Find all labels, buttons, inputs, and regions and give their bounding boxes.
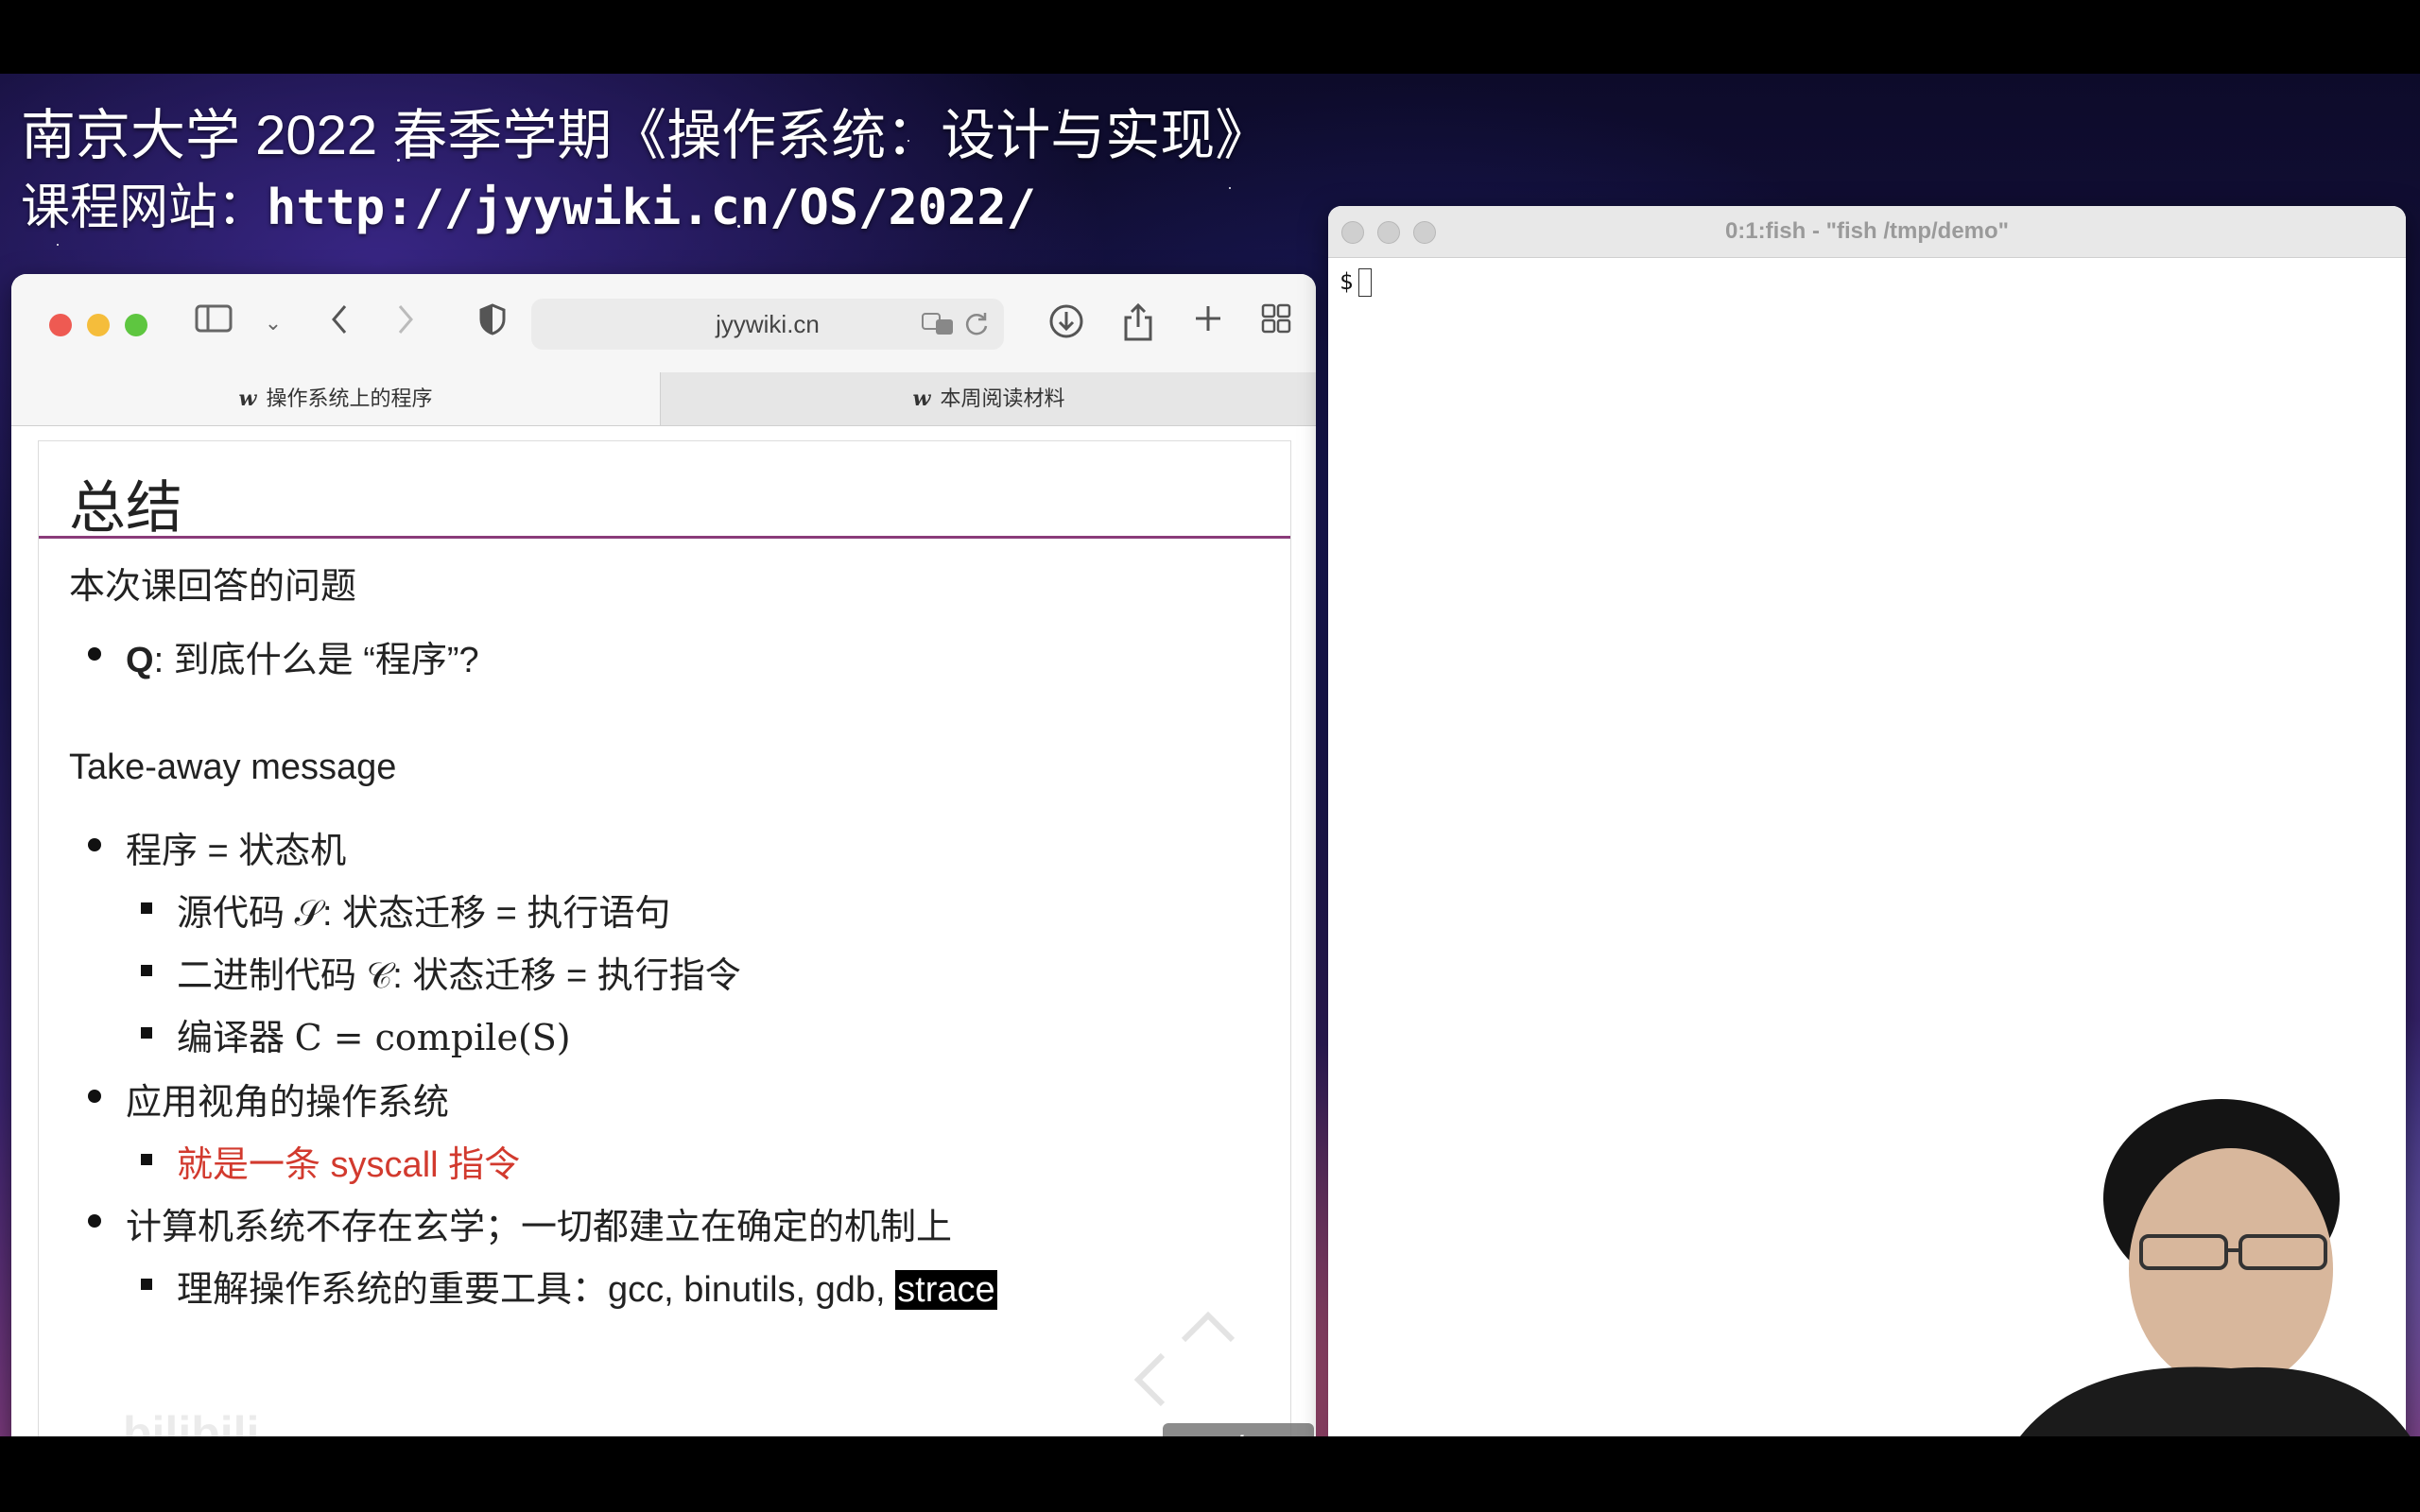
browser-toolbar: ⌄ jyywiki.cn <box>11 274 1316 372</box>
sub-item-text: : 状态迁移 = 执行指令 <box>392 956 741 996</box>
translate-icon[interactable] <box>921 310 955 338</box>
terminal-body[interactable]: $ <box>1340 268 1373 297</box>
section-heading-questions: 本次课回答的问题 <box>69 567 357 607</box>
terminal-title: 0:1:fish - "fish /tmp/demo" <box>1724 218 2010 244</box>
course-website-label: 课程网站： <box>21 180 268 235</box>
shell-prompt: $ <box>1340 268 1354 295</box>
selected-text-strace[interactable]: strace <box>895 1270 997 1310</box>
forward-arrow-icon[interactable] <box>389 302 422 344</box>
course-website-line: 课程网站：http://jyywiki.cn/OS/2022/ <box>21 172 1270 244</box>
sub-item-text: 理解操作系统的重要工具：gcc, binutils, gdb, <box>177 1270 896 1310</box>
sub-item-tools: 理解操作系统的重要工具：gcc, binutils, gdb, strace <box>141 1260 997 1312</box>
share-icon[interactable] <box>1119 302 1157 344</box>
math-symbol: 𝒞 <box>366 954 393 996</box>
sub-item-syscall: 就是一条 syscall 指令 <box>140 1135 520 1187</box>
privacy-shield-icon[interactable] <box>476 302 509 344</box>
sub-item-compiler: 编译器 C = compile(S) <box>141 1008 571 1060</box>
slide-page-counter: 35 / 36 <box>1163 1423 1314 1436</box>
math-symbol: 𝒮 <box>294 892 322 934</box>
list-item-no-magic: 计算机系统不存在玄学；一切都建立在确定的机制上 <box>87 1197 952 1249</box>
browser-window: ⌄ jyywiki.cn w 操作系统上的程序 w 本周阅读材料 总结 本次课回… <box>11 274 1316 1436</box>
chevron-down-icon[interactable]: ⌄ <box>259 302 287 344</box>
bilibili-watermark: bilibili <box>123 1407 260 1436</box>
sidebar-toggle-icon[interactable] <box>193 302 234 344</box>
math-formula: C = compile(S) <box>294 1017 571 1058</box>
tab-os-programs[interactable]: w 操作系统上的程序 <box>11 372 660 425</box>
slide-content: 总结 本次课回答的问题 Q: 到底什么是 “程序”? Take-away mes… <box>38 440 1291 1436</box>
presenter-webcam <box>1947 1057 2420 1436</box>
star <box>57 244 59 246</box>
course-title: 南京大学 2022 春季学期《操作系统：设计与实现》 <box>21 105 1270 166</box>
sub-item-source-code: 源代码 𝒮: 状态迁移 = 执行语句 <box>140 884 671 936</box>
question-text: : 到底什么是 “程序”? <box>153 641 479 680</box>
tab-weekly-reading[interactable]: w 本周阅读材料 <box>660 372 1316 425</box>
minimize-window-button[interactable] <box>87 314 110 336</box>
tab-label: 操作系统上的程序 <box>266 387 433 410</box>
reload-icon[interactable] <box>962 310 991 338</box>
wiki-w-icon: w <box>912 387 931 411</box>
address-bar[interactable]: jyywiki.cn <box>531 299 1004 350</box>
course-headline: 南京大学 2022 春季学期《操作系统：设计与实现》 课程网站：http://j… <box>21 100 1270 244</box>
downloads-icon[interactable] <box>1047 302 1085 344</box>
sub-item-binary-code: 二进制代码 𝒞: 状态迁移 = 执行指令 <box>141 946 741 998</box>
back-arrow-icon[interactable] <box>323 302 355 344</box>
slide-left-arrow-icon[interactable] <box>1131 1351 1168 1408</box>
sub-item-text: 编译器 <box>177 1019 295 1058</box>
title-divider <box>39 536 1290 539</box>
section-heading-takeaway: Take-away message <box>69 747 397 787</box>
tab-overview-icon[interactable] <box>1257 302 1295 344</box>
sub-item-text: 源代码 <box>177 894 295 934</box>
zoom-window-button[interactable] <box>125 314 147 336</box>
course-website-url: http://jyywiki.cn/OS/2022/ <box>267 180 1036 236</box>
browser-tab-bar: w 操作系统上的程序 w 本周阅读材料 <box>11 372 1316 426</box>
list-item-question: Q: 到底什么是 “程序”? <box>88 630 479 682</box>
slide-up-arrow-icon[interactable] <box>1180 1308 1236 1346</box>
list-item-program-state-machine: 程序 = 状态机 <box>87 821 346 873</box>
wiki-w-icon: w <box>238 387 257 411</box>
terminal-title-bar: 0:1:fish - "fish /tmp/demo" <box>1328 206 2406 258</box>
new-tab-plus-icon[interactable] <box>1189 302 1227 344</box>
close-window-button[interactable] <box>49 314 72 336</box>
desktop-background: 南京大学 2022 春季学期《操作系统：设计与实现》 课程网站：http://j… <box>0 74 2420 1436</box>
list-item-os-app-view: 应用视角的操作系统 <box>87 1073 449 1125</box>
tab-label: 本周阅读材料 <box>940 387 1065 410</box>
question-marker: Q <box>126 641 154 680</box>
text-cursor <box>1358 268 1373 297</box>
slide-title: 总结 <box>69 476 182 540</box>
sub-item-text: : 状态迁移 = 执行语句 <box>321 894 671 934</box>
sub-item-text: 二进制代码 <box>177 956 367 996</box>
